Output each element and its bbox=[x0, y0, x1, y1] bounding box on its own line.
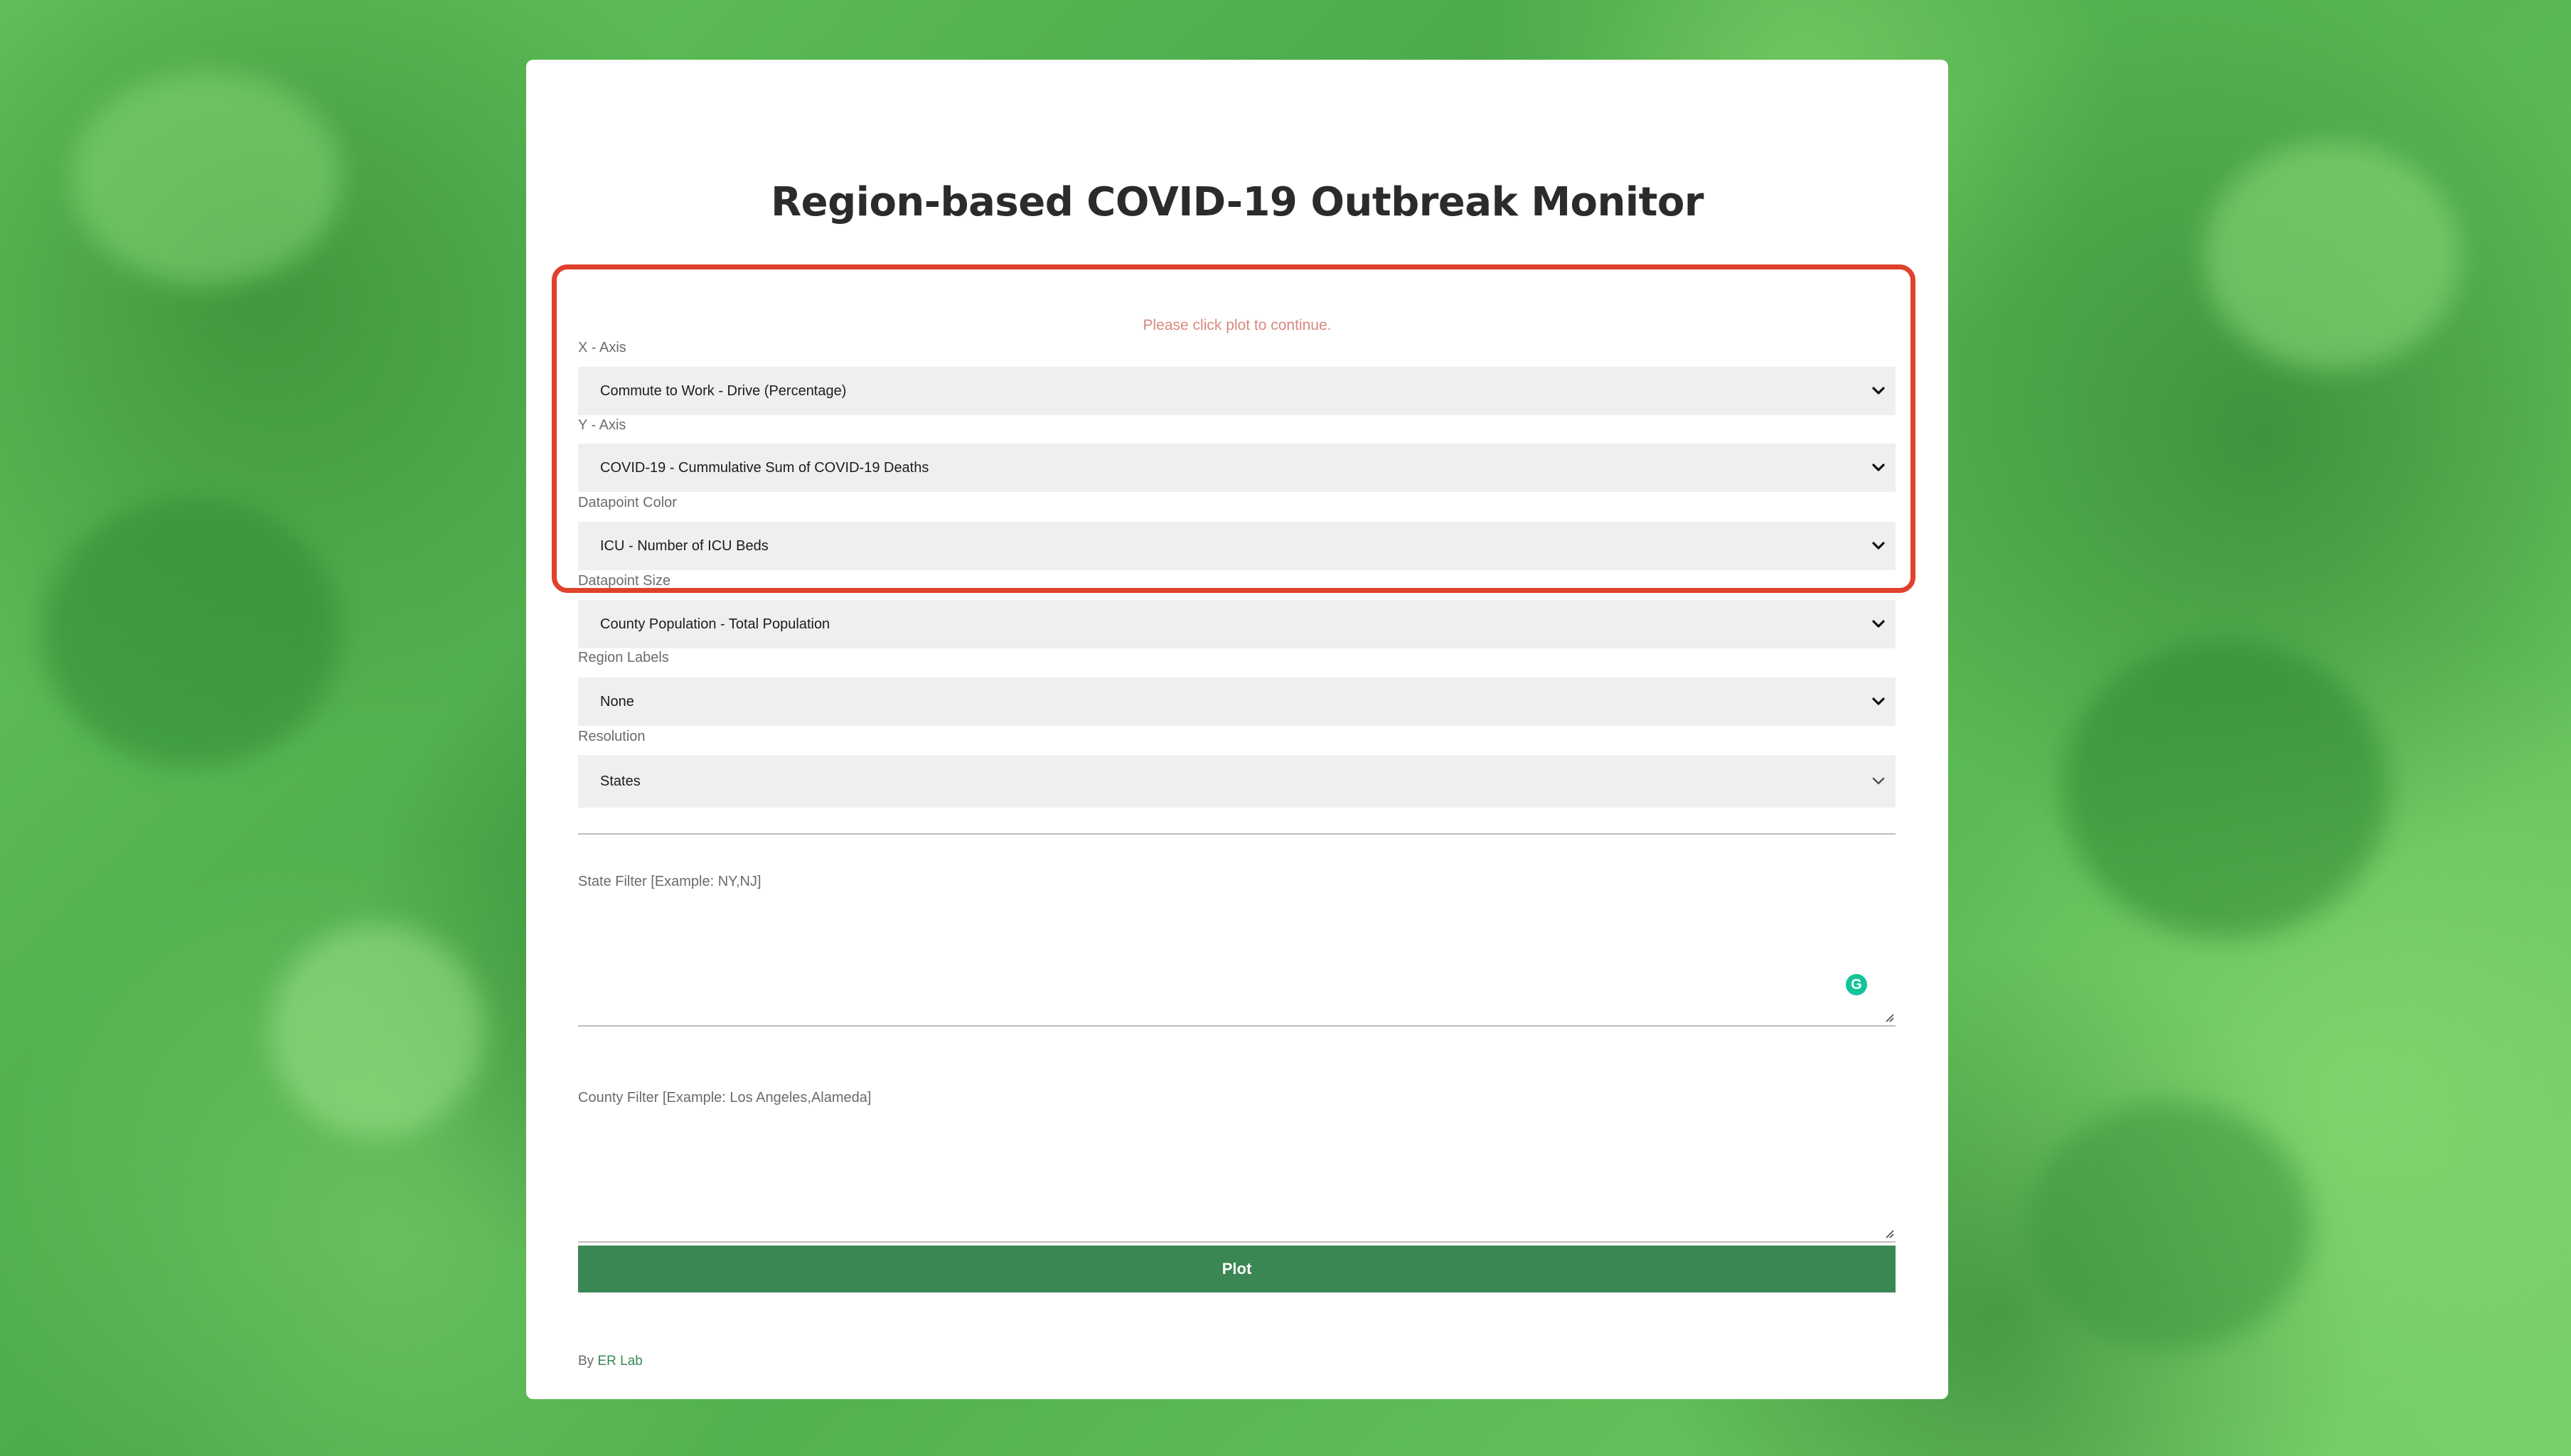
x-axis-label: X - Axis bbox=[578, 340, 626, 355]
county-filter-textarea[interactable] bbox=[578, 1115, 1896, 1243]
resolution-select[interactable]: States bbox=[578, 755, 1896, 808]
background-blob bbox=[2204, 142, 2460, 370]
background-blob bbox=[71, 71, 341, 284]
grammarly-icon[interactable]: G bbox=[1846, 974, 1867, 995]
datapoint-color-value: ICU - Number of ICU Beds bbox=[600, 537, 769, 554]
chevron-down-icon bbox=[1872, 464, 1885, 471]
chevron-down-icon bbox=[1872, 777, 1885, 785]
er-lab-link[interactable]: ER Lab bbox=[597, 1354, 642, 1369]
chevron-down-icon bbox=[1872, 620, 1885, 628]
credit-line: By ER Lab bbox=[578, 1354, 643, 1369]
resize-grip-icon[interactable] bbox=[1883, 1011, 1894, 1022]
credit-prefix: By bbox=[578, 1354, 598, 1369]
region-labels-select[interactable]: None bbox=[578, 678, 1896, 726]
y-axis-select[interactable]: COVID-19 - Cummulative Sum of COVID-19 D… bbox=[578, 444, 1896, 492]
y-axis-label: Y - Axis bbox=[578, 417, 626, 433]
datapoint-size-value: County Population - Total Population bbox=[600, 616, 830, 632]
resize-grip-icon[interactable] bbox=[1883, 1227, 1894, 1238]
chevron-down-icon bbox=[1872, 542, 1885, 550]
background-blob bbox=[2062, 640, 2389, 938]
background-blob bbox=[43, 498, 341, 768]
region-labels-label: Region Labels bbox=[578, 650, 669, 665]
page-title: Region-based COVID-19 Outbreak Monitor bbox=[771, 179, 1704, 225]
resolution-value: States bbox=[600, 773, 641, 789]
datapoint-color-select[interactable]: ICU - Number of ICU Beds bbox=[578, 522, 1896, 570]
background-blob bbox=[2026, 1102, 2311, 1351]
x-axis-select[interactable]: Commute to Work - Drive (Percentage) bbox=[578, 367, 1896, 415]
plot-button[interactable]: Plot bbox=[578, 1246, 1896, 1292]
divider bbox=[578, 833, 1896, 835]
x-axis-value: Commute to Work - Drive (Percentage) bbox=[600, 382, 847, 399]
region-labels-value: None bbox=[600, 693, 634, 710]
background-blob bbox=[270, 924, 483, 1138]
plot-hint: Please click plot to continue. bbox=[1143, 317, 1332, 333]
form-card: Region-based COVID-19 Outbreak Monitor P… bbox=[526, 60, 1948, 1399]
datapoint-size-label: Datapoint Size bbox=[578, 573, 671, 589]
county-filter-label: County Filter [Example: Los Angeles,Alam… bbox=[578, 1090, 872, 1106]
chevron-down-icon bbox=[1872, 387, 1885, 395]
chevron-down-icon bbox=[1872, 697, 1885, 705]
state-filter-label: State Filter [Example: NY,NJ] bbox=[578, 874, 761, 889]
resolution-label: Resolution bbox=[578, 729, 646, 744]
y-axis-value: COVID-19 - Cummulative Sum of COVID-19 D… bbox=[600, 459, 929, 476]
state-filter-textarea[interactable]: G bbox=[578, 899, 1896, 1027]
datapoint-size-select[interactable]: County Population - Total Population bbox=[578, 600, 1896, 648]
datapoint-color-label: Datapoint Color bbox=[578, 495, 677, 510]
